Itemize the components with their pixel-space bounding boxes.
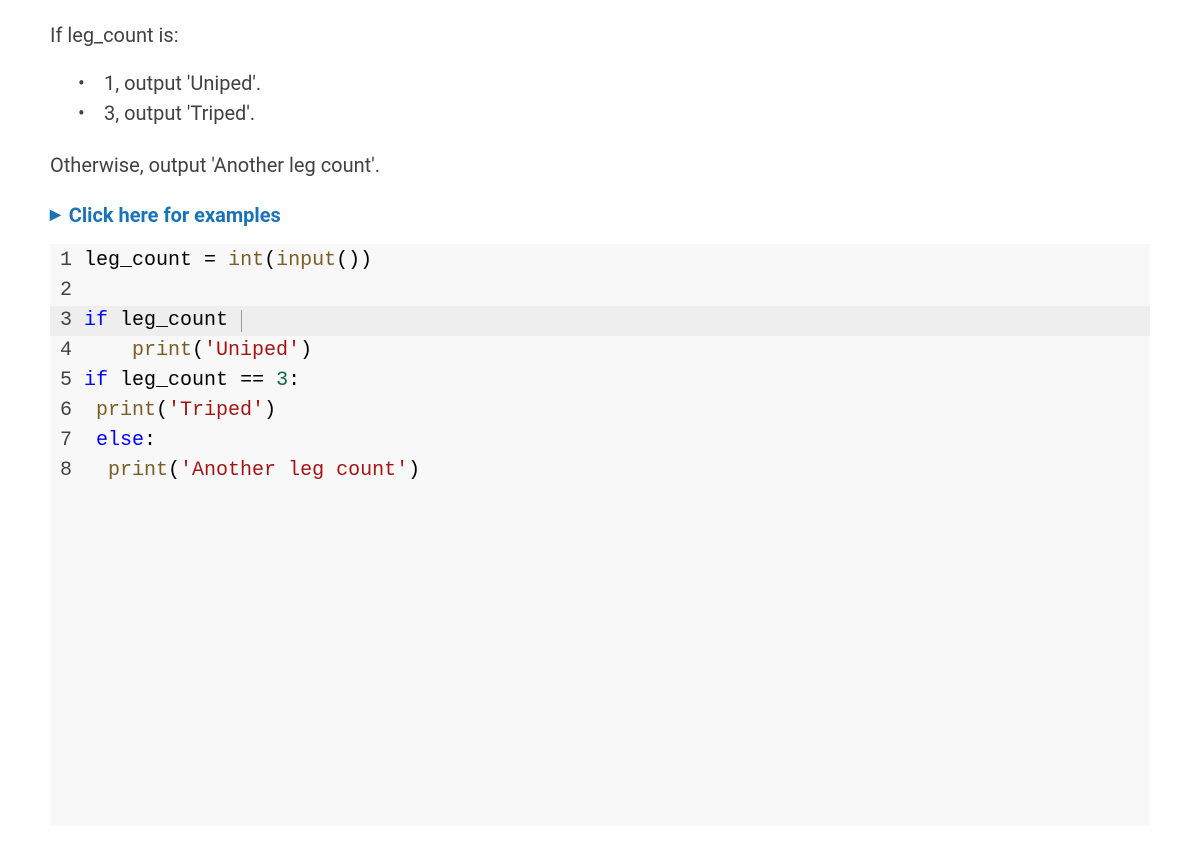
bullet-item: 1, output 'Uniped'. <box>78 68 1150 98</box>
code-content[interactable]: if leg_count == 3: <box>84 366 1150 396</box>
code-content[interactable]: print('Another leg count') <box>84 456 1150 486</box>
line-number: 2 <box>50 276 84 306</box>
bullet-item: 3, output 'Triped'. <box>78 98 1150 128</box>
line-number: 4 <box>50 336 84 366</box>
code-line[interactable]: 4 print('Uniped') <box>50 336 1150 366</box>
examples-label: Click here for examples <box>69 200 281 230</box>
code-line[interactable]: 8 print('Another leg count') <box>50 456 1150 486</box>
token-op: = <box>204 249 216 272</box>
code-line[interactable]: 1leg_count = int(input()) <box>50 246 1150 276</box>
token-plain: ( <box>264 249 276 272</box>
code-content[interactable]: else: <box>84 426 1150 456</box>
token-plain: ()) <box>336 249 372 272</box>
code-line[interactable]: 2 <box>50 276 1150 306</box>
token-plain <box>108 309 120 332</box>
line-number: 5 <box>50 366 84 396</box>
token-plain: ) <box>408 459 420 482</box>
token-str: 'Uniped' <box>204 339 300 362</box>
token-plain: ) <box>264 399 276 422</box>
code-line[interactable]: 5if leg_count == 3: <box>50 366 1150 396</box>
chevron-right-icon: ▶ <box>50 205 61 226</box>
token-op: == <box>240 369 264 392</box>
line-number: 3 <box>50 306 84 336</box>
token-plain: ( <box>156 399 168 422</box>
text-cursor <box>241 310 242 332</box>
token-fn: print <box>96 399 156 422</box>
token-kw: if <box>84 309 108 332</box>
line-number: 6 <box>50 396 84 426</box>
token-fn: input <box>276 249 336 272</box>
token-plain <box>84 339 132 362</box>
intro-text: If leg_count is: <box>50 20 1150 50</box>
code-line[interactable]: 3if leg_count <box>50 306 1150 336</box>
token-ident: leg_count <box>120 309 228 332</box>
token-str: 'Another leg count' <box>180 459 408 482</box>
token-num: 3 <box>276 369 288 392</box>
token-plain <box>216 249 228 272</box>
token-fn: print <box>132 339 192 362</box>
token-plain <box>84 429 96 452</box>
code-editor[interactable]: 1leg_count = int(input())23if leg_count … <box>50 244 1150 826</box>
token-kw: else <box>96 429 144 452</box>
code-content[interactable]: if leg_count <box>84 306 1150 336</box>
token-fn: int <box>228 249 264 272</box>
token-ident: leg_count <box>120 369 228 392</box>
token-plain: ( <box>168 459 180 482</box>
token-kw: if <box>84 369 108 392</box>
token-plain: : <box>144 429 156 452</box>
token-str: 'Triped' <box>168 399 264 422</box>
line-number: 1 <box>50 246 84 276</box>
examples-toggle[interactable]: ▶ Click here for examples <box>50 200 1150 230</box>
bullet-list: 1, output 'Uniped'. 3, output 'Triped'. <box>78 68 1150 128</box>
code-content[interactable]: leg_count = int(input()) <box>84 246 1150 276</box>
token-plain: ( <box>192 339 204 362</box>
code-line[interactable]: 7 else: <box>50 426 1150 456</box>
token-plain <box>228 369 240 392</box>
line-number: 7 <box>50 426 84 456</box>
token-ident: leg_count <box>84 249 192 272</box>
token-fn: print <box>108 459 168 482</box>
otherwise-text: Otherwise, output 'Another leg count'. <box>50 150 1150 180</box>
line-number: 8 <box>50 456 84 486</box>
token-plain <box>108 369 120 392</box>
token-plain: ) <box>300 339 312 362</box>
token-plain: : <box>288 369 300 392</box>
code-content[interactable]: print('Uniped') <box>84 336 1150 366</box>
token-plain <box>192 249 204 272</box>
code-line[interactable]: 6 print('Triped') <box>50 396 1150 426</box>
token-plain <box>84 459 108 482</box>
token-plain <box>264 369 276 392</box>
token-plain <box>84 399 96 422</box>
code-content[interactable]: print('Triped') <box>84 396 1150 426</box>
token-plain <box>228 309 240 332</box>
